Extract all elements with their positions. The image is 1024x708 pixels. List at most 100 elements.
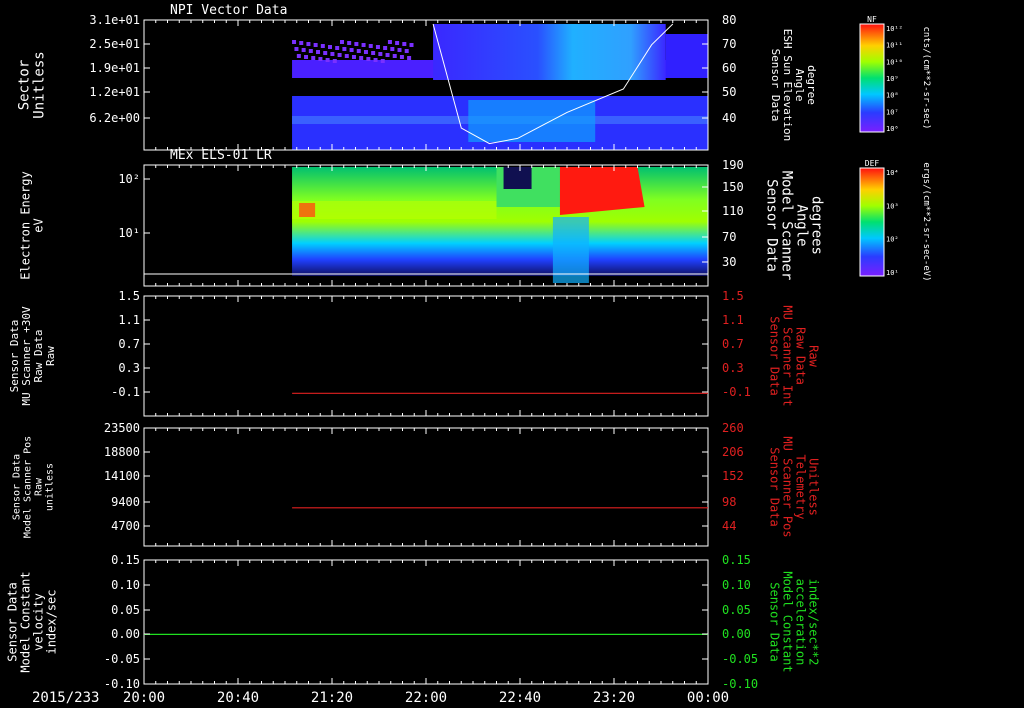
- left-axis-label-line: Sensor Data: [12, 454, 23, 520]
- npi-speck: [390, 47, 395, 51]
- colorbar-tick-label: 10⁸: [886, 92, 899, 100]
- els-band: [292, 201, 497, 219]
- npi-speck: [404, 49, 409, 53]
- right-axis-label-line: Sensor Data: [768, 582, 782, 661]
- npi-speck: [337, 53, 342, 57]
- npi-speck: [399, 55, 404, 59]
- npi-speck: [385, 53, 390, 57]
- right-axis-label-line: Model Scanner: [779, 171, 795, 281]
- colorbar-title: NF: [867, 15, 877, 24]
- colorbar: [859, 23, 885, 133]
- x-tick-label: 22:00: [405, 690, 447, 706]
- y-tick-label-right: 1.1: [722, 313, 744, 327]
- npi-speck: [395, 41, 400, 45]
- multi-panel-plot: NPI Vector Data 3.1e+01 2.5e+01 1.9e+01 1.2e…: [6, 3, 932, 706]
- y-tick-label-right: 1.5: [722, 289, 744, 303]
- npi-speck: [378, 52, 383, 56]
- panel-frame: [143, 427, 709, 547]
- els-band: [552, 217, 589, 283]
- left-axis-label-line: Unitless: [32, 51, 48, 118]
- colorbar-tick-label: 10⁹: [886, 75, 899, 83]
- y-tick-label-right: -0.10: [722, 677, 758, 691]
- y-tick-label-right: 80: [722, 13, 736, 27]
- panel-line-2: 1.5 1.1 0.7 0.3 -0.1 1.5 1.1 0.7 0.3 -0.1 Sensor D…: [8, 289, 821, 417]
- npi-speck: [344, 54, 349, 58]
- y-tick-label-right: 0.3: [722, 361, 744, 375]
- colorbar-tick-label: 10¹²: [886, 25, 903, 33]
- y-tick-label-right: 190: [722, 158, 744, 172]
- npi-gap: [292, 88, 708, 94]
- panel-frame: [143, 295, 709, 417]
- y-tick-label-right: 0.00: [722, 627, 751, 641]
- colorbar-unit-label: ergs/(cm**2-sr-sec-eV): [921, 162, 931, 281]
- npi-speck: [361, 43, 366, 47]
- npi-speck: [354, 42, 359, 46]
- npi-speck: [392, 54, 397, 58]
- panel-line-3: 23500 18800 14100 9400 4700 260 206 152 98 44 Sens…: [12, 421, 821, 547]
- y-tick-label-right: 44: [722, 519, 736, 533]
- y-tick-label-right: -0.05: [722, 652, 758, 666]
- left-axis-label-line: Raw: [44, 346, 57, 366]
- right-axis-label-line: acceleration: [794, 579, 808, 666]
- npi-speck: [380, 59, 385, 63]
- colorbar-tick-label: 10⁷: [886, 108, 899, 116]
- x-tick-label: 20:40: [217, 690, 259, 706]
- right-axis-label-line: Sensor Data: [768, 447, 782, 526]
- y-tick-label-left: -0.10: [104, 677, 140, 691]
- panel-title: NPI Vector Data: [170, 3, 287, 18]
- left-axis-label-line: Sensor Data: [6, 582, 20, 661]
- els-hotspot: [299, 203, 316, 217]
- npi-speck: [402, 42, 407, 46]
- y-tick-label-left: 3.1e+01: [89, 13, 140, 27]
- right-axis-label-line: degree: [805, 65, 818, 105]
- left-axis-label-line: velocity: [32, 593, 46, 651]
- y-tick-label-left: -0.1: [111, 385, 140, 399]
- npi-speck: [368, 44, 373, 48]
- npi-speck: [332, 59, 337, 63]
- npi-speck: [339, 40, 344, 44]
- npi-speck: [375, 45, 380, 49]
- npi-speck: [318, 57, 323, 61]
- y-tick-label-right: 0.7: [722, 337, 744, 351]
- date-label: 2015/233: [32, 690, 99, 706]
- npi-speck: [323, 51, 328, 55]
- npi-speck: [316, 50, 321, 54]
- y-tick-label-right: 40: [722, 111, 736, 125]
- panel-npi: NPI Vector Data 3.1e+01 2.5e+01 1.9e+01 1.2e…: [17, 3, 931, 151]
- left-axis-label-line: unitless: [45, 463, 56, 511]
- npi-speck: [311, 56, 316, 60]
- right-axis-label-line: Sensor Data: [769, 49, 782, 122]
- colorbar-tick-label: 10⁶: [886, 125, 899, 133]
- y-tick-label-left: 18800: [104, 445, 140, 459]
- npi-speck: [371, 51, 376, 55]
- left-axis-label-line: index/sec: [45, 589, 59, 654]
- y-tick-label-right: 70: [722, 37, 736, 51]
- right-axis-label-line: MU Scanner Int: [781, 305, 795, 406]
- y-tick-label-left: 0.05: [111, 603, 140, 617]
- npi-speck: [409, 43, 414, 47]
- npi-speck: [366, 57, 371, 61]
- y-tick-label-left: 0.15: [111, 553, 140, 567]
- y-tick-label-right: 0.10: [722, 578, 751, 592]
- y-tick-label-left: 6.2e+00: [89, 111, 140, 125]
- left-axis-label-line: Model Constant: [19, 571, 33, 672]
- right-axis-label-line: Raw Data: [794, 327, 808, 385]
- y-tick-label-left: 1.2e+01: [89, 85, 140, 99]
- right-axis-label-line: Raw: [807, 345, 821, 367]
- npi-speck: [363, 50, 368, 54]
- npi-speck: [359, 56, 364, 60]
- y-tick-label-left: 1.5: [118, 289, 140, 303]
- y-tick-label-right: 110: [722, 204, 744, 218]
- colorbar-tick-label: 10¹⁰: [886, 58, 903, 66]
- npi-speck: [351, 55, 356, 59]
- npi-speck: [349, 48, 354, 52]
- x-tick-label: 20:00: [123, 690, 165, 706]
- x-tick-label: 21:20: [311, 690, 353, 706]
- y-tick-label-left: 10²: [118, 172, 140, 186]
- npi-speck: [292, 40, 297, 44]
- panel-els: MEx ELS-01 LR 10² 10¹ 190 150 110 70 30 Electron…: [19, 148, 931, 287]
- colorbar-tick-label: 10²: [886, 236, 899, 244]
- right-axis-label-line: MU Scanner Pos: [781, 436, 795, 537]
- y-tick-label-right: 150: [722, 180, 744, 194]
- panel-line-4: 0.15 0.10 0.05 0.00 -0.05 -0.10 0.15 0.10 0.05 0.…: [6, 553, 821, 691]
